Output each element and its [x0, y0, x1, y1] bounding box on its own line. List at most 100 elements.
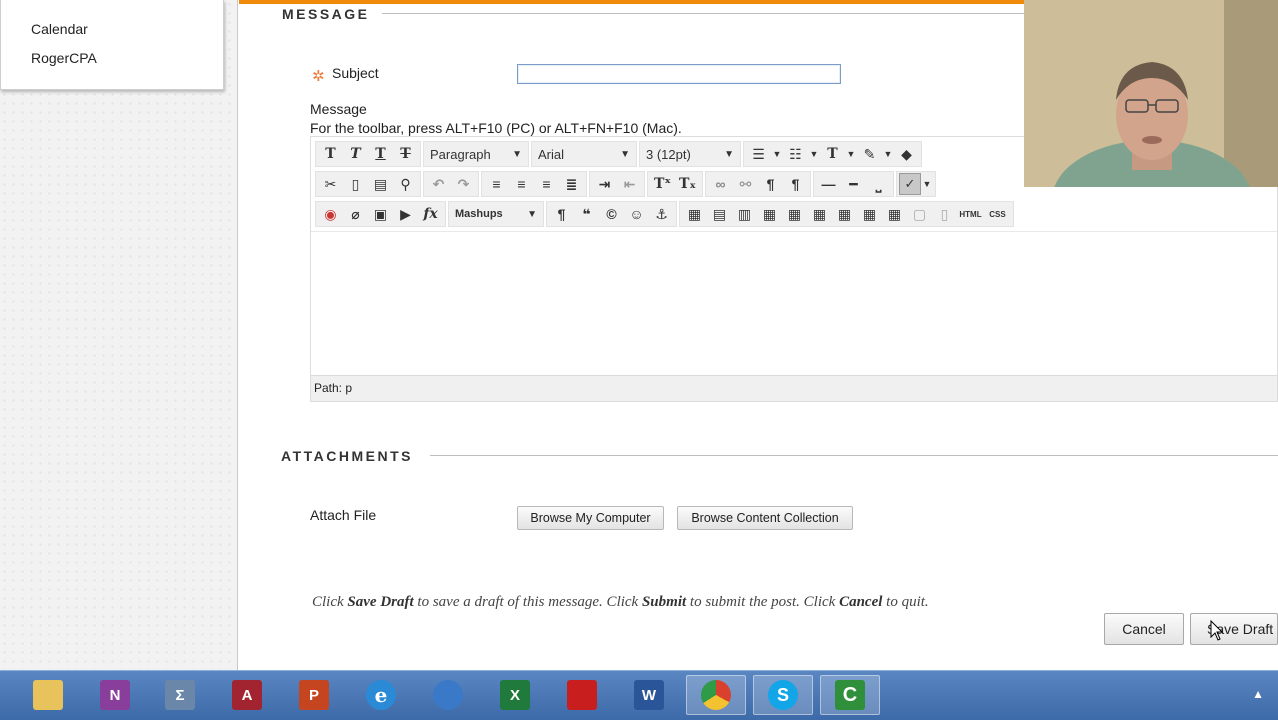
- subject-label: Subject: [332, 65, 379, 81]
- paste-icon[interactable]: ▤: [368, 173, 393, 195]
- submit-instructions: Click Save Draft to save a draft of this…: [312, 594, 929, 611]
- anchor-icon[interactable]: ⚓: [649, 203, 674, 225]
- cancel-button[interactable]: Cancel: [1104, 613, 1184, 645]
- cell-props-icon[interactable]: ▥: [732, 203, 757, 225]
- link-icon[interactable]: ∞: [708, 173, 733, 195]
- taskbar-app-sum-tool[interactable]: Σ: [150, 675, 210, 715]
- ltr-icon[interactable]: ¶: [758, 173, 783, 195]
- row-props-icon[interactable]: ▤: [707, 203, 732, 225]
- merge-cell-icon[interactable]: ▯: [932, 203, 957, 225]
- subject-input[interactable]: [517, 64, 841, 84]
- highlight-icon[interactable]: ✎: [857, 143, 882, 165]
- css-icon[interactable]: CSS: [984, 203, 1011, 225]
- find-icon[interactable]: ⚲: [393, 173, 418, 195]
- size-select-group: 3 (12pt) ▼: [639, 141, 741, 167]
- insert-col-before-icon[interactable]: ▦: [832, 203, 857, 225]
- browse-my-computer-button[interactable]: Browse My Computer: [517, 506, 664, 530]
- script-group: Tˣ Tₓ: [647, 171, 703, 197]
- italic-icon[interactable]: T: [343, 143, 368, 165]
- path-bar: Path: p: [311, 375, 1277, 401]
- unlink-icon[interactable]: ⚯: [733, 173, 758, 195]
- chevron-down-icon[interactable]: ▼: [808, 149, 820, 159]
- redo-icon[interactable]: ↷: [451, 173, 476, 195]
- insert-row-before-icon[interactable]: ▦: [757, 203, 782, 225]
- justify-icon[interactable]: ≣: [559, 173, 584, 195]
- insert-row-after-icon[interactable]: ▦: [782, 203, 807, 225]
- mashups-select[interactable]: Mashups ▼: [451, 203, 541, 225]
- taskbar-app-chrome[interactable]: [686, 675, 746, 715]
- top-accent-bar: [239, 0, 1024, 4]
- taskbar-app-powerpoint[interactable]: P: [284, 675, 344, 715]
- save-draft-button[interactable]: Save Draft: [1190, 613, 1278, 645]
- camtasia-icon: C: [835, 680, 865, 710]
- align-right-icon[interactable]: ≡: [534, 173, 559, 195]
- access-icon: A: [232, 680, 262, 710]
- emoticon-icon[interactable]: ☺: [624, 203, 649, 225]
- bullet-list-icon[interactable]: ☰: [746, 143, 771, 165]
- format-select-group: Paragraph ▼: [423, 141, 529, 167]
- attach-file-label: Attach File: [310, 507, 377, 523]
- delete-col-icon[interactable]: ▦: [882, 203, 907, 225]
- paragraph-icon[interactable]: ¶: [549, 203, 574, 225]
- eraser-icon[interactable]: ◆: [894, 143, 919, 165]
- taskbar: N Σ A P e X W S C ▲: [0, 670, 1278, 720]
- numbered-list-icon[interactable]: ☷: [783, 143, 808, 165]
- record-icon[interactable]: ◉: [318, 203, 343, 225]
- quote-icon[interactable]: ❝: [574, 203, 599, 225]
- taskbar-app-word[interactable]: W: [619, 675, 679, 715]
- format-select[interactable]: Paragraph ▼: [426, 143, 526, 165]
- taskbar-app-file-explorer[interactable]: [18, 675, 78, 715]
- taskbar-app-internet-explorer[interactable]: e: [351, 675, 411, 715]
- taskbar-app-network[interactable]: [418, 675, 478, 715]
- chevron-down-icon: ▼: [527, 208, 537, 220]
- horizontal-rule-icon[interactable]: —: [816, 173, 841, 195]
- size-select[interactable]: 3 (12pt) ▼: [642, 143, 738, 165]
- delete-row-icon[interactable]: ▦: [807, 203, 832, 225]
- chevron-down-icon[interactable]: ▼: [882, 149, 894, 159]
- media-icon[interactable]: ▶: [393, 203, 418, 225]
- tray-chevron-up-icon[interactable]: ▲: [1252, 687, 1264, 701]
- cut-icon[interactable]: ✂: [318, 173, 343, 195]
- split-cell-icon[interactable]: ▢: [907, 203, 932, 225]
- list-group: ☰ ▼ ☷ ▼ T ▼ ✎ ▼ ◆: [743, 141, 922, 167]
- strikethrough-icon[interactable]: T: [393, 143, 418, 165]
- align-center-icon[interactable]: ≡: [509, 173, 534, 195]
- spellcheck-icon[interactable]: ✓: [899, 173, 921, 195]
- attach-icon[interactable]: ⌀: [343, 203, 368, 225]
- taskbar-app-onenote[interactable]: N: [85, 675, 145, 715]
- html-icon[interactable]: HTML: [957, 203, 984, 225]
- bold-icon[interactable]: T: [318, 143, 343, 165]
- undo-icon[interactable]: ↶: [426, 173, 451, 195]
- editor-body[interactable]: [311, 232, 1277, 375]
- nonbreaking-space-icon[interactable]: ⎵: [866, 173, 891, 195]
- indent-icon[interactable]: ⇥: [592, 173, 617, 195]
- font-select[interactable]: Arial ▼: [534, 143, 634, 165]
- taskbar-app-skype[interactable]: S: [753, 675, 813, 715]
- message-label: Message: [310, 101, 367, 117]
- outdent-icon[interactable]: ⇤: [617, 173, 642, 195]
- chevron-down-icon[interactable]: ▼: [921, 179, 933, 189]
- toolbar-row-2: ✂ ▯ ▤ ⚲ ↶ ↷ ≡ ≡ ≡ ≣ ⇥ ⇤ Tˣ Tₓ ∞ ⚯ ¶ ¶ — …: [315, 170, 938, 198]
- thick-rule-icon[interactable]: ━: [841, 173, 866, 195]
- insert-col-after-icon[interactable]: ▦: [857, 203, 882, 225]
- browse-content-collection-button[interactable]: Browse Content Collection: [677, 506, 853, 530]
- nav-item-rogercpa[interactable]: RogerCPA: [31, 50, 97, 66]
- rtl-icon[interactable]: ¶: [783, 173, 808, 195]
- nav-item-calendar[interactable]: Calendar: [31, 21, 88, 37]
- equation-icon[interactable]: fx: [418, 203, 443, 225]
- copy-icon[interactable]: ▯: [343, 173, 368, 195]
- copyright-icon[interactable]: ©: [599, 203, 624, 225]
- taskbar-app-acrobat[interactable]: [552, 675, 612, 715]
- text-color-icon[interactable]: T: [820, 143, 845, 165]
- subscript-icon[interactable]: Tₓ: [675, 173, 700, 195]
- taskbar-app-excel[interactable]: X: [485, 675, 545, 715]
- underline-icon[interactable]: T: [368, 143, 393, 165]
- superscript-icon[interactable]: Tˣ: [650, 173, 675, 195]
- taskbar-app-access[interactable]: A: [217, 675, 277, 715]
- image-icon[interactable]: ▣: [368, 203, 393, 225]
- taskbar-app-camtasia[interactable]: C: [820, 675, 880, 715]
- chevron-down-icon[interactable]: ▼: [771, 149, 783, 159]
- table-icon[interactable]: ▦: [682, 203, 707, 225]
- chevron-down-icon[interactable]: ▼: [845, 149, 857, 159]
- align-left-icon[interactable]: ≡: [484, 173, 509, 195]
